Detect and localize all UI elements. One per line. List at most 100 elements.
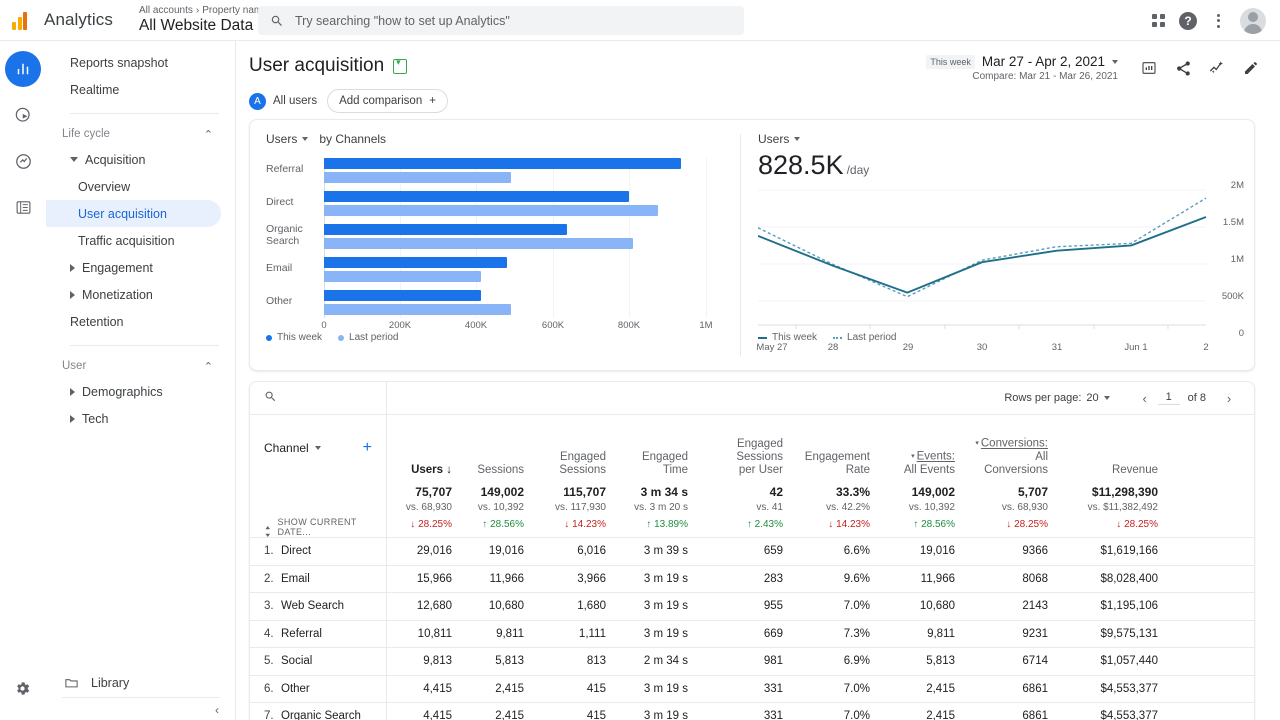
- column-label: Engaged: [559, 451, 606, 463]
- help-icon[interactable]: ?: [1179, 11, 1197, 30]
- sidebar-item-retention[interactable]: Retention: [46, 308, 221, 335]
- save-report-icon[interactable]: [393, 57, 408, 74]
- sidebar-item-library[interactable]: Library: [46, 675, 236, 690]
- sidebar-item-engagement[interactable]: Engagement: [46, 254, 221, 281]
- show-current-date-button[interactable]: SHOW CURRENT DATE...: [250, 485, 386, 537]
- prev-page-button[interactable]: ‹: [1132, 391, 1158, 406]
- channel-cell[interactable]: 7. Organic Search: [250, 703, 386, 720]
- sidebar-item-tech[interactable]: Tech: [46, 405, 221, 432]
- folder-icon: [65, 679, 78, 688]
- column-header-events[interactable]: ▾ Events: All Events: [884, 415, 969, 481]
- search-input[interactable]: Try searching "how to set up Analytics": [258, 6, 744, 35]
- page-number-input[interactable]: 1: [1157, 391, 1180, 405]
- bar-chart-metric-selector[interactable]: Users by Channels: [266, 132, 386, 146]
- total-cell: 33.3% vs. 42.2% ↓ 14.23%: [797, 481, 884, 538]
- metric-cell: 5,813: [495, 655, 524, 668]
- sidebar-item-acquisition[interactable]: Acquisition: [46, 146, 221, 173]
- channel-link[interactable]: Direct: [281, 545, 311, 557]
- column-header-engaged-time[interactable]: Engaged Time: [620, 415, 702, 481]
- metric-cell: 3 m 19 s: [643, 710, 688, 720]
- table-row[interactable]: 4. Referral 10,811 9,811 1,111 3 m 19 s 669 7.3…: [250, 620, 1254, 648]
- rows-per-page-select[interactable]: Rows per page: 20: [1004, 392, 1110, 404]
- channel-cell[interactable]: 6. Other: [250, 675, 386, 703]
- channel-link[interactable]: Web Search: [281, 600, 344, 612]
- apps-grid-icon[interactable]: [1152, 14, 1165, 27]
- channel-cell[interactable]: 3. Web Search: [250, 593, 386, 621]
- table-search-button[interactable]: [264, 390, 277, 406]
- rail-item-reports[interactable]: [5, 51, 41, 87]
- channel-link[interactable]: Other: [281, 683, 310, 695]
- sidebar-group-user[interactable]: User ⌃: [46, 354, 235, 378]
- edit-icon[interactable]: [1234, 53, 1268, 83]
- sidebar-item-reports-snapshot[interactable]: Reports snapshot: [46, 49, 221, 76]
- next-page-button[interactable]: ›: [1216, 391, 1242, 406]
- analytics-intelligence-icon[interactable]: [1200, 53, 1234, 83]
- avatar[interactable]: [1240, 7, 1266, 34]
- rail-item-realtime[interactable]: [5, 97, 41, 133]
- sidebar-group-lifecycle[interactable]: Life cycle ⌃: [46, 122, 235, 146]
- column-header-revenue[interactable]: Revenue: [1062, 415, 1172, 481]
- line-chart-metric-selector[interactable]: Users: [758, 132, 801, 146]
- row-index: 6.: [264, 682, 274, 695]
- table-row[interactable]: 2. Email 15,966 11,966 3,966 3 m 19 s 283 9.6% 1…: [250, 565, 1254, 593]
- table-row[interactable]: 3. Web Search 12,680 10,680 1,680 3 m 19 s 955…: [250, 592, 1254, 621]
- channel-cell[interactable]: 5. Social: [250, 648, 386, 676]
- channel-cell[interactable]: 1. Direct: [250, 538, 386, 566]
- rail-item-explore[interactable]: [5, 143, 41, 179]
- add-dimension-button[interactable]: +: [363, 439, 372, 457]
- table-row[interactable]: 1. Direct 29,016 19,016 6,016 3 m 39 s 659 6.6%…: [250, 537, 1254, 566]
- table-row[interactable]: 6. Other 4,415 2,415 415 3 m 19 s 331 7.0% 2,415…: [250, 675, 1254, 703]
- table-row[interactable]: 7. Organic Search 4,415 2,415 415 3 m 19 s 331…: [250, 702, 1254, 720]
- metric-cell: 3 m 19 s: [643, 627, 688, 640]
- date-range-picker[interactable]: This week Mar 27 - Apr 2, 2021 Compare: …: [926, 54, 1118, 82]
- sidebar-group-label: User: [62, 360, 87, 372]
- sidebar-item-overview[interactable]: Overview: [46, 173, 221, 200]
- table-row[interactable]: 5. Social 9,813 5,813 813 2 m 34 s 981 6.9% 5,81…: [250, 647, 1254, 676]
- sidebar-item-user-acquisition[interactable]: User acquisition: [46, 200, 221, 227]
- insights-icon[interactable]: [1132, 53, 1166, 83]
- total-vs: vs. 68,930: [1001, 502, 1048, 513]
- chevron-down-icon: [302, 137, 309, 141]
- bar-this-week: [324, 224, 567, 235]
- sidebar-item-realtime[interactable]: Realtime: [46, 76, 221, 103]
- add-comparison-button[interactable]: Add comparison +: [327, 89, 448, 113]
- column-header-engaged-sessions-per-user[interactable]: Engaged Sessions per User: [702, 415, 797, 481]
- legend-item-this-week: This week: [266, 332, 322, 343]
- sidebar-item-label: Acquisition: [85, 152, 146, 167]
- column-header-users[interactable]: Users ↓: [386, 415, 466, 481]
- channel-cell[interactable]: 4. Referral: [250, 620, 386, 648]
- channel-link[interactable]: Social: [281, 655, 312, 667]
- sidebar-item-demographics[interactable]: Demographics: [46, 378, 221, 405]
- rail-item-library[interactable]: [5, 189, 41, 225]
- channel-cell[interactable]: 2. Email: [250, 565, 386, 593]
- metric-cell: 6861: [1022, 710, 1048, 720]
- share-icon[interactable]: [1166, 53, 1200, 83]
- sidebar-item-monetization[interactable]: Monetization: [46, 281, 221, 308]
- segment-chip-all-users[interactable]: A All users: [249, 92, 317, 110]
- line-this-week: [757, 216, 1207, 294]
- channel-link[interactable]: Referral: [281, 628, 322, 640]
- chevron-down-icon: [1103, 396, 1110, 400]
- column-header-engaged-sessions[interactable]: Engaged Sessions: [538, 415, 620, 481]
- legend-label: Last period: [349, 332, 399, 343]
- channel-link[interactable]: Email: [281, 573, 310, 585]
- channel-link[interactable]: Organic Search: [281, 710, 361, 720]
- show-current-date-cell[interactable]: SHOW CURRENT DATE...: [250, 481, 386, 538]
- column-header-engagement-rate[interactable]: Engagement Rate: [797, 415, 884, 481]
- dimension-header[interactable]: Channel +: [250, 415, 386, 481]
- more-vert-icon[interactable]: [1211, 13, 1226, 28]
- collapse-sidebar-icon[interactable]: ‹: [215, 703, 219, 717]
- total-vs: vs. 3 m 20 s: [634, 502, 688, 513]
- property-selector[interactable]: All accounts › Property name All Website D…: [139, 5, 268, 34]
- total-vs: vs. 10,392: [908, 502, 955, 513]
- metric-cell: 331: [763, 682, 783, 695]
- total-vs: vs. 117,930: [555, 502, 606, 513]
- metric-cell: 7.3%: [843, 627, 870, 640]
- column-header-conversions[interactable]: ▾ Conversions: All Conversions: [969, 415, 1062, 481]
- sidebar-item-traffic-acquisition[interactable]: Traffic acquisition: [46, 227, 221, 254]
- metric-cell: 981: [763, 655, 783, 668]
- property-name[interactable]: All Website Data: [139, 17, 268, 34]
- settings-gear-icon[interactable]: [14, 680, 31, 702]
- sidebar-item-label: Retention: [70, 314, 124, 329]
- column-header-sessions[interactable]: Sessions: [466, 415, 538, 481]
